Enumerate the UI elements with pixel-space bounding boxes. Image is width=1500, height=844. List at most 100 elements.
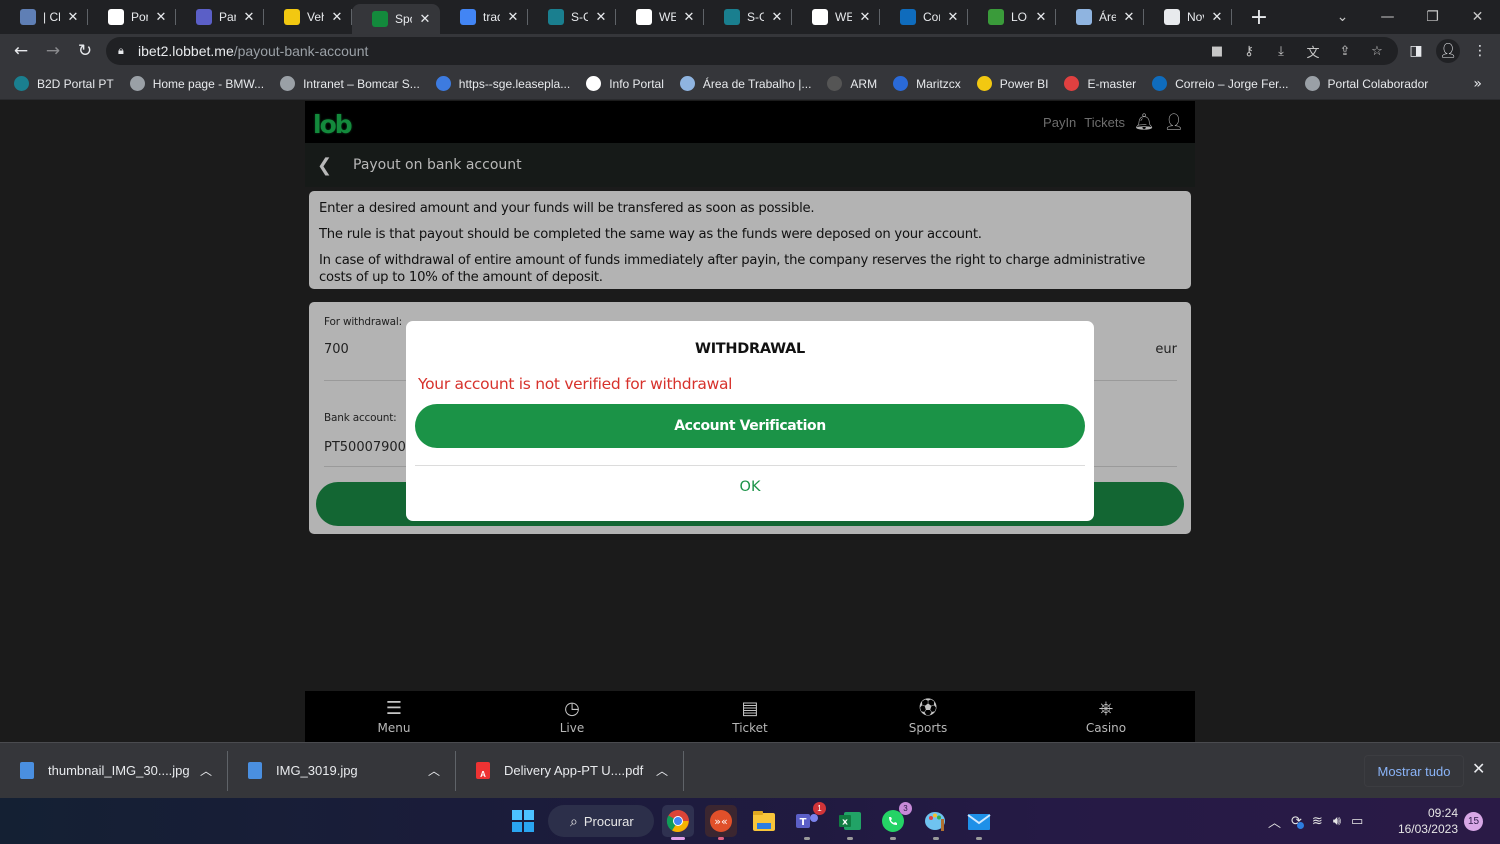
show-all-downloads-button[interactable]: Mostrar tudo <box>1364 755 1464 787</box>
bookmark-item[interactable]: B2D Portal PT <box>14 76 114 91</box>
close-tab-icon[interactable]: ✕ <box>1122 9 1136 24</box>
bottom-nav-menu[interactable]: ☰ Menu <box>305 691 483 742</box>
bookmark-item[interactable]: Maritzcx <box>893 76 961 91</box>
key-icon[interactable]: ⚷ <box>1238 40 1260 62</box>
profile-icon[interactable]: 👤︎ <box>1436 39 1460 63</box>
share-icon[interactable]: ⇪ <box>1334 40 1356 62</box>
url-text[interactable]: ibet2.lobbet.me/payout-bank-account <box>138 43 368 59</box>
bottom-nav-sports[interactable]: ⚽︎ Sports <box>839 691 1017 742</box>
bookmark-item[interactable]: Info Portal <box>586 76 664 91</box>
bank-account-input[interactable]: PT500079000 <box>324 440 414 455</box>
back-icon[interactable]: ← <box>5 35 37 67</box>
browser-tab[interactable]: Correio ✕ <box>880 0 968 34</box>
download-options-chevron-icon[interactable]: ︿ <box>200 762 212 779</box>
tab-search-icon[interactable]: ⌄ <box>1320 2 1365 32</box>
browser-tab[interactable]: WEB ✕ <box>792 0 880 34</box>
back-chevron-icon[interactable]: ❮ <box>317 155 353 176</box>
remote-desktop-icon[interactable]: »« <box>705 805 737 840</box>
taskbar-search[interactable]: ⌕ Procurar <box>548 805 654 837</box>
close-window-icon[interactable]: ✕ <box>1455 2 1500 32</box>
bookmark-item[interactable]: Intranet – Bomcar S... <box>280 76 420 91</box>
more-bookmarks-icon[interactable]: » <box>1473 76 1482 92</box>
bookmark-item[interactable]: https--sge.leasepla... <box>435 76 570 91</box>
bottom-nav-live[interactable]: ◷ Live <box>483 691 661 742</box>
download-item[interactable]: thumbnail_IMG_30....jpg ︿ <box>0 743 228 799</box>
tickets-link[interactable]: Tickets <box>1084 115 1125 130</box>
user-icon[interactable]: 👤︎ <box>1163 112 1185 132</box>
browser-tab[interactable]: LOB ✕ <box>968 0 1056 34</box>
file-explorer-icon[interactable] <box>748 805 780 837</box>
browser-tab[interactable]: Área ✕ <box>1056 0 1144 34</box>
close-downloads-icon[interactable]: ✕ <box>1472 759 1485 778</box>
mail-icon[interactable] <box>963 805 995 840</box>
volume-icon[interactable]: 🔊︎ <box>1333 814 1341 829</box>
account-verification-button[interactable]: Account Verification <box>415 404 1085 448</box>
close-tab-icon[interactable]: ✕ <box>682 9 696 24</box>
bookmark-item[interactable]: ARM <box>827 76 877 91</box>
minimize-icon[interactable]: — <box>1365 2 1410 32</box>
camera-icon[interactable]: ■ <box>1206 40 1228 62</box>
show-hidden-icons[interactable]: ︿ <box>1268 812 1281 831</box>
download-item[interactable]: A Delivery App-PT U....pdf ︿ <box>456 743 684 799</box>
bottom-nav-ticket[interactable]: ▤ Ticket <box>661 691 839 742</box>
close-tab-icon[interactable]: ✕ <box>242 9 256 24</box>
close-tab-icon[interactable]: ✕ <box>770 9 784 24</box>
amount-input[interactable]: 700 <box>324 342 349 357</box>
browser-tab[interactable]: Vehicles ✕ <box>264 0 352 34</box>
browser-tab[interactable]: Portal ✕ <box>88 0 176 34</box>
browser-tab[interactable]: S-Gate ✕ <box>704 0 792 34</box>
new-tab-button[interactable]: + <box>1244 2 1274 32</box>
lob-logo[interactable]: lob <box>313 110 353 139</box>
close-tab-icon[interactable]: ✕ <box>1210 9 1224 24</box>
bottom-nav-casino[interactable]: ⎈ Casino <box>1017 691 1195 742</box>
close-tab-icon[interactable]: ✕ <box>594 9 608 24</box>
browser-tab[interactable]: Participants ✕ <box>176 0 264 34</box>
bookmark-star-icon[interactable]: ☆ <box>1366 40 1388 62</box>
close-tab-icon[interactable]: ✕ <box>418 11 432 26</box>
download-item[interactable]: IMG_3019.jpg ︿ <box>228 743 456 799</box>
browser-tab[interactable]: Novo ✕ <box>1144 0 1232 34</box>
close-tab-icon[interactable]: ✕ <box>154 9 168 24</box>
close-tab-icon[interactable]: ✕ <box>506 9 520 24</box>
browser-tab[interactable]: Sports ✕ <box>352 4 440 34</box>
browser-tab[interactable]: tradutor ✕ <box>440 0 528 34</box>
side-panel-icon[interactable]: ◨ <box>1404 39 1428 63</box>
close-tab-icon[interactable]: ✕ <box>1034 9 1048 24</box>
download-options-chevron-icon[interactable]: ︿ <box>656 762 668 779</box>
browser-tab[interactable]: S-Gate ✕ <box>528 0 616 34</box>
bookmark-item[interactable]: Correio – Jorge Fer... <box>1152 76 1289 91</box>
browser-tab[interactable]: WEB ✕ <box>616 0 704 34</box>
teams-taskbar-icon[interactable]: T 1 <box>791 802 826 840</box>
bookmark-item[interactable]: Portal Colaborador <box>1304 76 1428 91</box>
reload-icon[interactable]: ↻ <box>69 35 101 67</box>
translate-icon[interactable]: 文 <box>1302 40 1324 62</box>
close-tab-icon[interactable]: ✕ <box>66 9 80 24</box>
whatsapp-icon[interactable]: 3 <box>877 802 912 840</box>
bookmark-item[interactable]: Área de Trabalho |... <box>679 76 811 91</box>
close-tab-icon[interactable]: ✕ <box>858 9 872 24</box>
address-bar[interactable]: 🔒︎ ibet2.lobbet.me/payout-bank-account ■… <box>106 37 1398 65</box>
excel-icon[interactable]: x <box>834 805 866 840</box>
notification-count-badge[interactable]: 15 <box>1464 812 1483 831</box>
bookmark-item[interactable]: Home page - BMW... <box>129 76 264 91</box>
sync-icon[interactable]: ⟳ <box>1291 814 1304 829</box>
install-icon[interactable]: ⤓ <box>1270 40 1292 62</box>
bell-icon[interactable]: 🔔︎ <box>1133 112 1155 132</box>
close-tab-icon[interactable]: ✕ <box>330 9 344 24</box>
chrome-taskbar-icon[interactable] <box>662 805 694 840</box>
windows-start-icon[interactable] <box>507 805 539 837</box>
taskbar-clock[interactable]: 09:24 16/03/2023 <box>1390 805 1458 837</box>
paint-icon[interactable] <box>920 805 952 840</box>
bookmark-item[interactable]: E-master <box>1064 76 1136 91</box>
battery-icon[interactable]: ▭ <box>1351 814 1363 829</box>
forward-icon[interactable]: → <box>37 35 69 67</box>
browser-tab[interactable]: | Chat ✕ <box>0 0 88 34</box>
restore-icon[interactable]: ❐ <box>1410 2 1455 32</box>
bookmark-item[interactable]: Power BI <box>976 76 1048 91</box>
payin-link[interactable]: PayIn <box>1043 115 1076 130</box>
ok-button[interactable]: OK <box>406 479 1094 495</box>
menu-kebab-icon[interactable]: ⋮ <box>1468 39 1492 63</box>
wifi-icon[interactable]: ≋ <box>1312 814 1323 829</box>
download-options-chevron-icon[interactable]: ︿ <box>428 762 440 779</box>
close-tab-icon[interactable]: ✕ <box>946 9 960 24</box>
